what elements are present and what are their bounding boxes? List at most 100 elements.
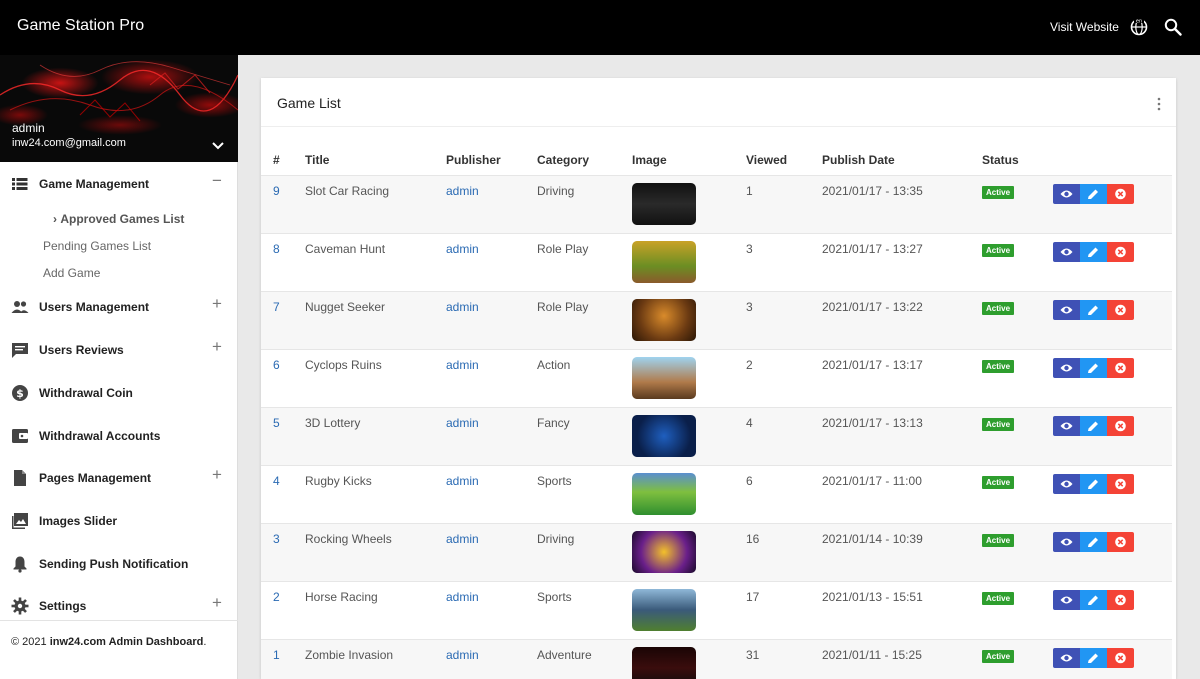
submenu-add-game[interactable]: Add Game [43, 266, 100, 280]
nav-label: Sending Push Notification [39, 557, 189, 571]
visit-website-link[interactable]: Visit Website [1050, 20, 1119, 34]
publisher-link[interactable]: admin [446, 358, 479, 372]
column-header-status[interactable]: Status [982, 153, 1019, 167]
pencil-icon [1088, 653, 1098, 663]
publisher-link[interactable]: admin [446, 474, 479, 488]
game-id-link[interactable]: 7 [273, 300, 280, 314]
publish-date: 2021/01/17 - 13:22 [822, 300, 923, 314]
delete-button[interactable] [1107, 242, 1134, 262]
nav-pages-management[interactable]: Pages Management + [0, 465, 238, 491]
delete-button[interactable] [1107, 300, 1134, 320]
edit-button[interactable] [1080, 474, 1107, 494]
expand-icon[interactable]: + [212, 337, 222, 357]
publisher-link[interactable]: admin [446, 532, 479, 546]
game-thumbnail [632, 299, 696, 341]
view-button[interactable] [1053, 474, 1080, 494]
table-row: 8 Caveman Hunt admin Role Play 3 2021/01/17 -… [261, 233, 1172, 291]
publish-date: 2021/01/17 - 13:35 [822, 184, 923, 198]
expand-icon[interactable]: + [212, 294, 222, 314]
close-circle-icon [1115, 362, 1126, 374]
submenu-pending-games[interactable]: Pending Games List [43, 239, 151, 253]
edit-button[interactable] [1080, 300, 1107, 320]
pencil-icon [1088, 189, 1098, 199]
column-header-viewed[interactable]: Viewed [746, 153, 787, 167]
edit-button[interactable] [1080, 416, 1107, 436]
edit-button[interactable] [1080, 358, 1107, 378]
game-id-link[interactable]: 3 [273, 532, 280, 546]
expand-icon[interactable]: + [212, 593, 222, 613]
collapse-icon[interactable]: − [212, 171, 222, 191]
table-row: 4 Rugby Kicks admin Sports 6 2021/01/17 - 11:… [261, 465, 1172, 523]
view-button[interactable] [1053, 184, 1080, 204]
nav-images-slider[interactable]: Images Slider [0, 508, 238, 534]
nav-users-reviews[interactable]: Users Reviews + [0, 337, 238, 363]
publisher-link[interactable]: admin [446, 590, 479, 604]
column-header-image[interactable]: Image [632, 153, 667, 167]
publish-date: 2021/01/17 - 13:13 [822, 416, 923, 430]
nav-users-management[interactable]: Users Management + [0, 294, 238, 320]
edit-button[interactable] [1080, 648, 1107, 668]
column-header-title[interactable]: Title [305, 153, 329, 167]
game-id-link[interactable]: 9 [273, 184, 280, 198]
column-header-category[interactable]: Category [537, 153, 589, 167]
column-header-publish-date[interactable]: Publish Date [822, 153, 895, 167]
nav-withdrawal-coin[interactable]: $ Withdrawal Coin [0, 380, 238, 406]
brand-title[interactable]: Game Station Pro [17, 17, 144, 35]
view-button[interactable] [1053, 532, 1080, 552]
nav-settings[interactable]: Settings + [0, 593, 238, 619]
delete-button[interactable] [1107, 184, 1134, 204]
more-vert-icon[interactable] [1156, 97, 1162, 111]
table-row: 2 Horse Racing admin Sports 17 2021/01/13 - 1… [261, 581, 1172, 639]
nav-push-notification[interactable]: Sending Push Notification [0, 551, 238, 577]
delete-button[interactable] [1107, 590, 1134, 610]
game-id-link[interactable]: 1 [273, 648, 280, 662]
edit-button[interactable] [1080, 590, 1107, 610]
view-button[interactable] [1053, 590, 1080, 610]
image-icon [12, 513, 28, 529]
edit-button[interactable] [1080, 242, 1107, 262]
chevron-down-icon[interactable] [211, 139, 225, 153]
nav-withdrawal-accounts[interactable]: Withdrawal Accounts [0, 423, 238, 449]
edit-button[interactable] [1080, 184, 1107, 204]
column-header-publisher[interactable]: Publisher [446, 153, 501, 167]
expand-icon[interactable]: + [212, 465, 222, 485]
game-thumbnail [632, 183, 696, 225]
delete-button[interactable] [1107, 532, 1134, 552]
publisher-link[interactable]: admin [446, 648, 479, 662]
view-button[interactable] [1053, 242, 1080, 262]
game-id-link[interactable]: 8 [273, 242, 280, 256]
game-id-link[interactable]: 2 [273, 590, 280, 604]
viewed-count: 16 [746, 532, 760, 546]
viewed-count: 17 [746, 590, 760, 604]
publisher-link[interactable]: admin [446, 242, 479, 256]
view-button[interactable] [1053, 416, 1080, 436]
language-globe-icon[interactable]: en [1130, 18, 1148, 36]
table-row: 3 Rocking Wheels admin Driving 16 2021/01/14 … [261, 523, 1172, 581]
publisher-link[interactable]: admin [446, 184, 479, 198]
view-button[interactable] [1053, 358, 1080, 378]
submenu-approved-games[interactable]: › Approved Games List [53, 212, 184, 226]
game-id-link[interactable]: 4 [273, 474, 280, 488]
nav-game-management[interactable]: Game Management − [0, 171, 238, 197]
delete-button[interactable] [1107, 358, 1134, 378]
game-id-link[interactable]: 5 [273, 416, 280, 430]
delete-button[interactable] [1107, 648, 1134, 668]
delete-button[interactable] [1107, 416, 1134, 436]
column-header-id[interactable]: # [273, 153, 280, 167]
edit-button[interactable] [1080, 532, 1107, 552]
viewed-count: 2 [746, 358, 753, 372]
table-row: 1 Zombie Invasion admin Adventure 31 2021/01/… [261, 639, 1172, 679]
view-button[interactable] [1053, 300, 1080, 320]
publisher-link[interactable]: admin [446, 416, 479, 430]
viewed-count: 3 [746, 242, 753, 256]
publisher-link[interactable]: admin [446, 300, 479, 314]
delete-button[interactable] [1107, 474, 1134, 494]
game-category: Role Play [537, 300, 589, 314]
search-icon[interactable] [1164, 18, 1182, 36]
close-circle-icon [1115, 536, 1126, 548]
view-button[interactable] [1053, 648, 1080, 668]
game-id-link[interactable]: 6 [273, 358, 280, 372]
copyright-suffix: . [203, 636, 207, 648]
copyright-prefix: © 2021 [11, 636, 50, 648]
game-category: Role Play [537, 242, 589, 256]
